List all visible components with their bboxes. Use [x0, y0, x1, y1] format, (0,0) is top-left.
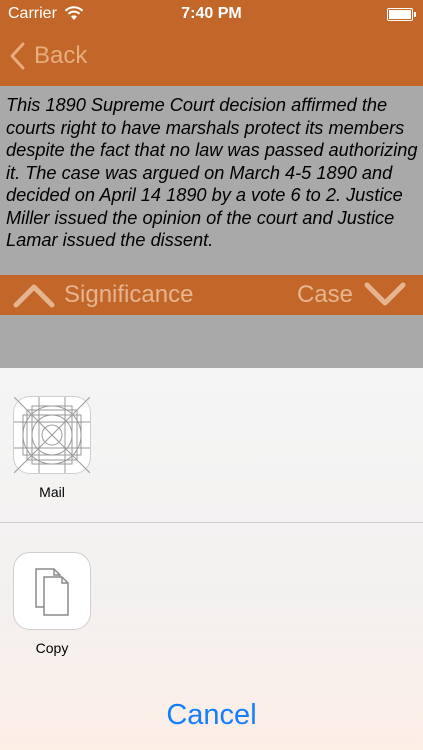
copy-label: Copy	[35, 640, 69, 656]
copy-action[interactable]: Copy	[13, 552, 91, 656]
status-bar: Carrier 7:40 PM	[0, 0, 423, 30]
significance-toggle[interactable]: Significance	[12, 275, 193, 315]
chevron-up-icon	[13, 284, 55, 308]
section-toggle-bar: Significance Case	[0, 275, 423, 315]
copy-icon	[13, 552, 91, 630]
mail-action[interactable]: Mail	[13, 396, 91, 500]
significance-label: Significance	[64, 281, 194, 308]
cancel-button[interactable]: Cancel	[0, 690, 423, 740]
chevron-left-icon	[10, 42, 25, 70]
back-button[interactable]: Back	[8, 38, 87, 74]
case-description: This 1890 Supreme Court decision affirme…	[6, 95, 418, 250]
back-label: Back	[34, 42, 88, 69]
mail-label: Mail	[39, 484, 65, 500]
case-label: Case	[296, 281, 353, 308]
documents-icon	[35, 568, 69, 616]
top-header: Carrier 7:40 PM Back	[0, 0, 423, 86]
clock: 7:40 PM	[181, 5, 242, 22]
chevron-down-icon	[364, 282, 406, 306]
mail-icon	[13, 396, 91, 474]
sheet-divider	[0, 522, 423, 523]
case-toggle[interactable]: Case	[297, 275, 407, 315]
app-grid-icon	[13, 396, 91, 474]
battery-icon	[387, 8, 416, 21]
